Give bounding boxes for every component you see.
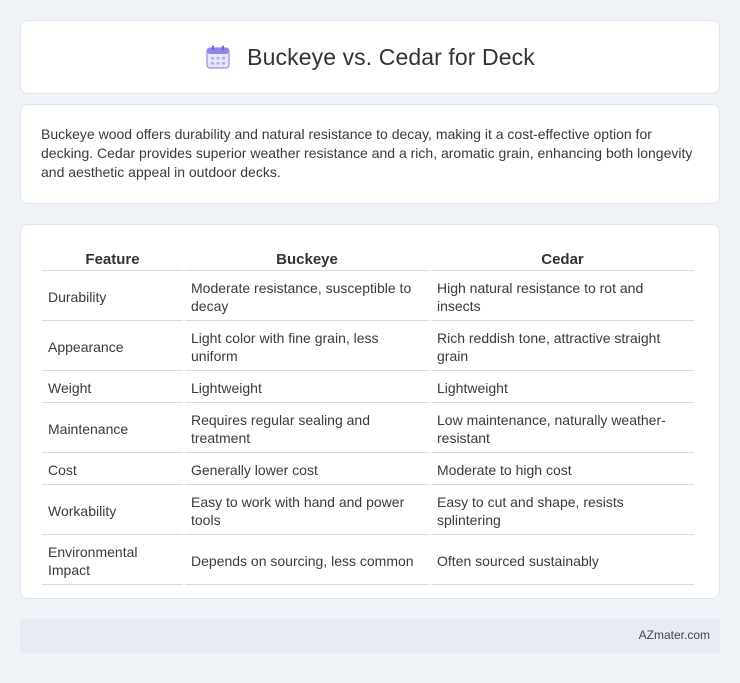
row-cedar: Lightweight bbox=[431, 373, 694, 403]
row-cedar: High natural resistance to rot and insec… bbox=[431, 273, 694, 321]
description-text: Buckeye wood offers durability and natur… bbox=[41, 126, 693, 180]
table-row: Maintenance Requires regular sealing and… bbox=[42, 405, 694, 453]
header-feature: Feature bbox=[42, 245, 183, 271]
row-buckeye: Depends on sourcing, less common bbox=[185, 537, 429, 585]
comparison-card: Feature Buckeye Cedar Durability Moderat… bbox=[20, 224, 720, 599]
row-feature: Durability bbox=[42, 273, 183, 321]
table-row: Environmental Impact Depends on sourcing… bbox=[42, 537, 694, 585]
row-buckeye: Generally lower cost bbox=[185, 455, 429, 485]
row-buckeye: Light color with fine grain, less unifor… bbox=[185, 323, 429, 371]
table-row: Appearance Light color with fine grain, … bbox=[42, 323, 694, 371]
header-buckeye: Buckeye bbox=[185, 245, 429, 271]
row-feature: Workability bbox=[42, 487, 183, 535]
page-title: Buckeye vs. Cedar for Deck bbox=[247, 43, 535, 70]
table-header-row: Feature Buckeye Cedar bbox=[42, 245, 694, 271]
table-row: Cost Generally lower cost Moderate to hi… bbox=[42, 455, 694, 485]
row-buckeye: Requires regular sealing and treatment bbox=[185, 405, 429, 453]
calendar-icon bbox=[206, 45, 230, 69]
footer: AZmater.com bbox=[20, 619, 720, 653]
row-feature: Maintenance bbox=[42, 405, 183, 453]
row-feature: Appearance bbox=[42, 323, 183, 371]
row-buckeye: Easy to work with hand and power tools bbox=[185, 487, 429, 535]
description-card: Buckeye wood offers durability and natur… bbox=[20, 104, 720, 204]
row-feature: Environmental Impact bbox=[42, 537, 183, 585]
comparison-table: Feature Buckeye Cedar Durability Moderat… bbox=[40, 243, 696, 587]
row-cedar: Moderate to high cost bbox=[431, 455, 694, 485]
row-cedar: Rich reddish tone, attractive straight g… bbox=[431, 323, 694, 371]
row-feature: Cost bbox=[42, 455, 183, 485]
title-card: Buckeye vs. Cedar for Deck bbox=[20, 20, 720, 94]
table-row: Workability Easy to work with hand and p… bbox=[42, 487, 694, 535]
header-cedar: Cedar bbox=[431, 245, 694, 271]
footer-brand: AZmater.com bbox=[638, 628, 710, 642]
row-cedar: Often sourced sustainably bbox=[431, 537, 694, 585]
row-feature: Weight bbox=[42, 373, 183, 403]
row-buckeye: Lightweight bbox=[185, 373, 429, 403]
table-row: Durability Moderate resistance, suscepti… bbox=[42, 273, 694, 321]
table-row: Weight Lightweight Lightweight bbox=[42, 373, 694, 403]
row-cedar: Easy to cut and shape, resists splinteri… bbox=[431, 487, 694, 535]
row-cedar: Low maintenance, naturally weather-resis… bbox=[431, 405, 694, 453]
row-buckeye: Moderate resistance, susceptible to deca… bbox=[185, 273, 429, 321]
